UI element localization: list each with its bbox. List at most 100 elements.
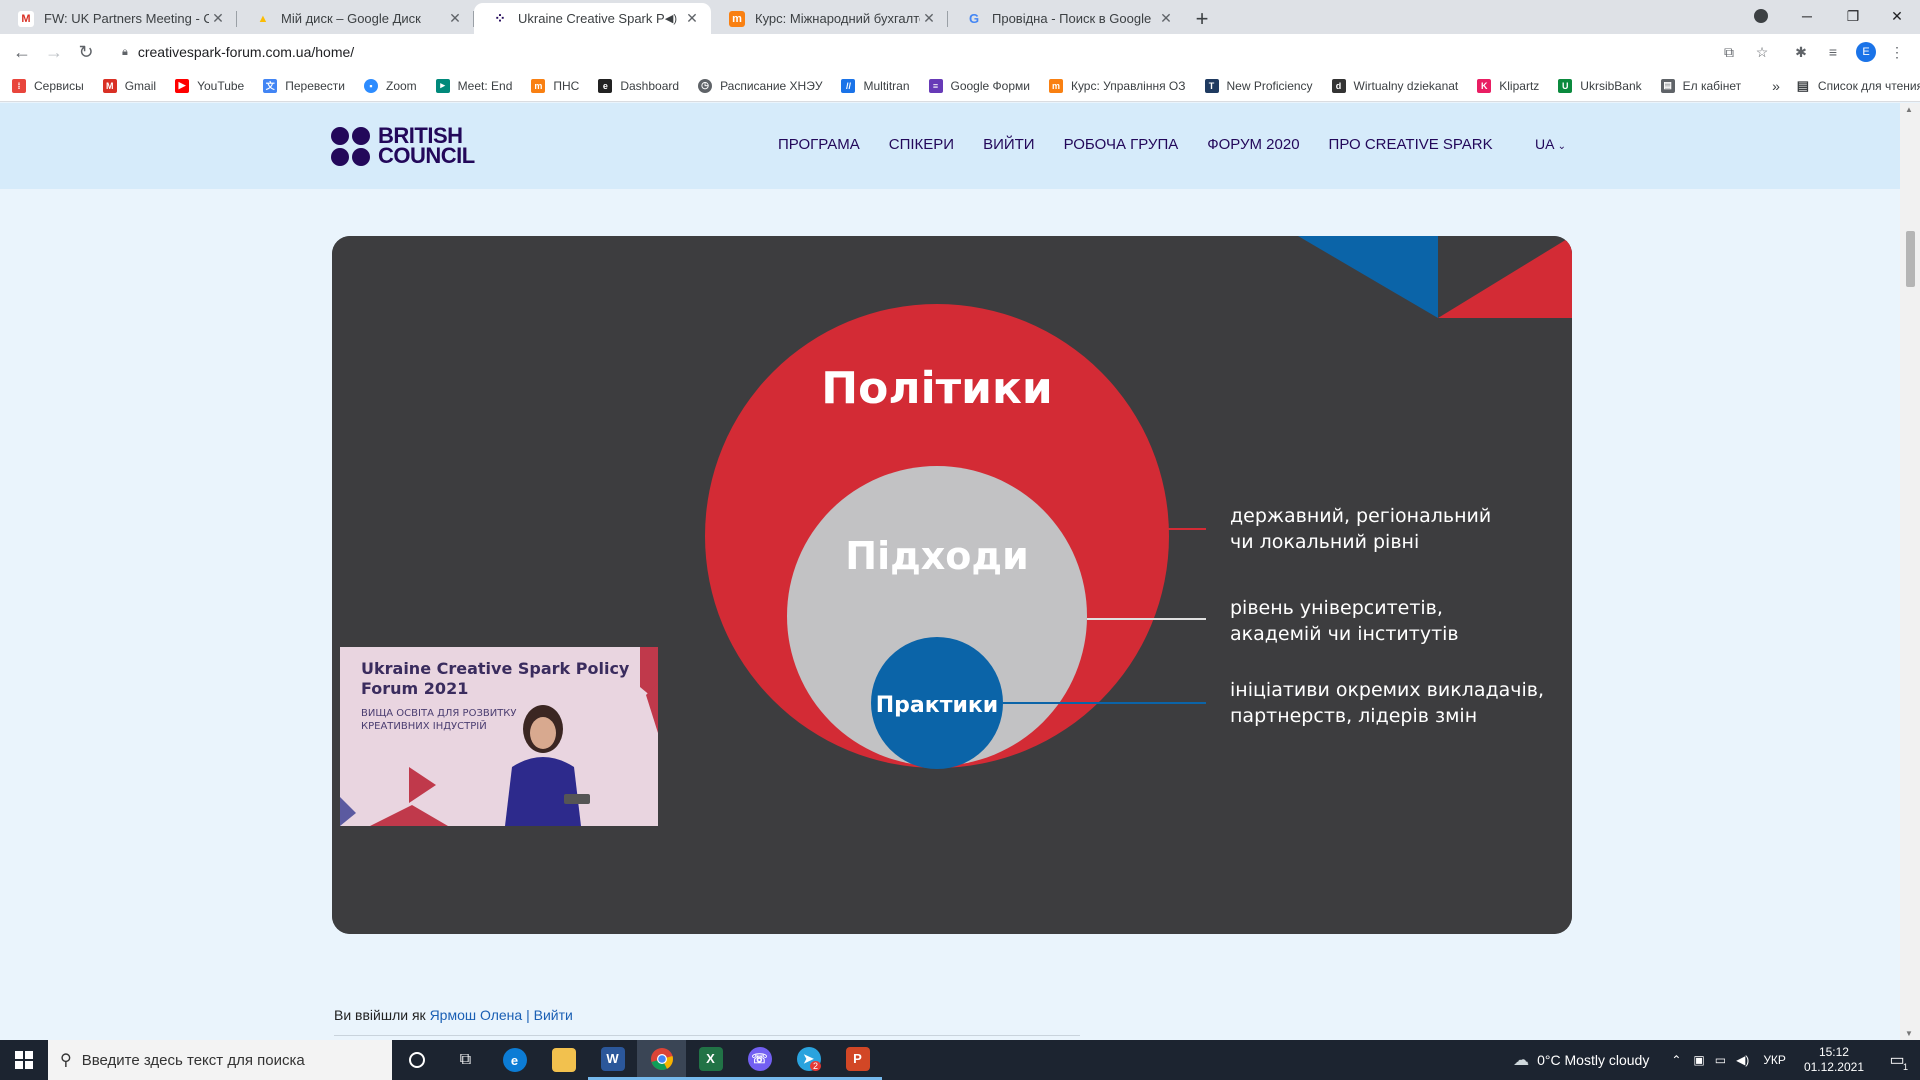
taskbar-app-powerpoint[interactable]: P <box>833 1040 882 1080</box>
scrollbar-thumb[interactable] <box>1906 231 1915 287</box>
bookmark-item[interactable]: ◷ Расписание ХНЭУ <box>698 78 822 93</box>
clock-date: 01.12.2021 <box>1803 1060 1864 1074</box>
windows-taskbar: ⚲ Введите здесь текст для поиска ⧉ e W X… <box>0 1040 1920 1080</box>
scroll-down-icon[interactable]: ▼ <box>1905 1029 1913 1038</box>
new-tab-button[interactable]: + <box>1185 3 1219 34</box>
nav-item-forum-2020[interactable]: ФОРУМ 2020 <box>1207 136 1299 153</box>
logout-link[interactable]: Вийти <box>534 1007 573 1023</box>
tab-google-drive[interactable]: ▲ Мій диск – Google Диск ✕ <box>237 3 474 34</box>
network-icon[interactable]: ▭ <box>1715 1053 1726 1067</box>
input-language[interactable]: УКР <box>1763 1053 1786 1067</box>
task-view-button[interactable]: ⧉ <box>441 1040 490 1080</box>
taskbar-app-explorer[interactable] <box>539 1040 588 1080</box>
back-button[interactable]: ← <box>6 36 38 68</box>
close-icon[interactable]: ✕ <box>446 10 464 27</box>
close-icon[interactable]: ✕ <box>683 10 701 27</box>
bookmark-star-icon[interactable]: ☆ <box>1753 43 1771 61</box>
scroll-up-icon[interactable]: ▲ <box>1905 105 1913 114</box>
restore-button[interactable]: ❐ <box>1830 0 1876 32</box>
folder-icon <box>551 1048 576 1072</box>
taskbar-app-viber[interactable]: ☏ <box>735 1040 784 1080</box>
address-bar[interactable]: 🔒︎ creativespark-forum.com.ua/home/ <box>110 38 1780 66</box>
reload-button[interactable]: ↻ <box>70 36 102 68</box>
bookmark-item[interactable]: K Klipartz <box>1477 78 1539 93</box>
bookmark-item[interactable]: e Dashboard <box>598 78 679 93</box>
task-view-icon: ⧉ <box>459 1051 472 1068</box>
tab-gmail[interactable]: M FW: UK Partners Meeting - Creati ✕ <box>0 3 237 34</box>
bookmark-item[interactable]: ⁞ Сервисы <box>12 78 84 93</box>
taskbar-search-box[interactable]: ⚲ Введите здесь текст для поиска <box>48 1040 392 1080</box>
bookmark-item[interactable]: ≡ Google Форми <box>928 78 1030 93</box>
british-council-logo[interactable]: BRITISH COUNCIL <box>331 125 475 167</box>
main-nav: ПРОГРАМА СПІКЕРИ ВИЙТИ РОБОЧА ГРУПА ФОРУ… <box>778 136 1522 153</box>
translate-icon: 文 <box>263 78 278 93</box>
close-icon[interactable]: ✕ <box>1157 10 1175 27</box>
speaker-icon[interactable]: ◀) <box>665 12 677 25</box>
bookmark-item[interactable]: T New Proficiency <box>1204 78 1313 93</box>
volume-icon[interactable]: ◀) <box>1736 1053 1749 1067</box>
language-selector[interactable]: UA ⌄ <box>1535 136 1566 152</box>
tab-title: FW: UK Partners Meeting - Creati <box>44 11 209 26</box>
nav-item-speakers[interactable]: СПІКЕРИ <box>889 136 954 153</box>
bookmark-item[interactable]: ▤ Ел кабінет <box>1660 78 1741 93</box>
cortana-button[interactable] <box>392 1040 441 1080</box>
page-scrollbar[interactable]: ▲ ▼ <box>1900 103 1920 1040</box>
google-drive-icon: ▲ <box>257 12 269 25</box>
extensions-icon[interactable]: ✱ <box>1792 43 1810 61</box>
desc-policies-line-1: державний, регіональний <box>1230 505 1491 527</box>
bookmark-item[interactable]: d Wirtualny dziekanat <box>1331 78 1458 93</box>
bookmark-item[interactable]: ▸ Meet: End <box>435 78 512 93</box>
nav-item-program[interactable]: ПРОГРАМА <box>778 136 860 153</box>
label-approaches: Підходи <box>845 534 1028 578</box>
user-profile-link[interactable]: Ярмош Олена <box>430 1007 523 1023</box>
bookmark-item[interactable]: //Multitran <box>841 78 910 93</box>
telegram-badge: 2 <box>809 1061 821 1071</box>
more-bookmarks-button[interactable]: » <box>1772 78 1780 94</box>
tab-search-icon[interactable] <box>1738 0 1784 32</box>
forward-button[interactable]: → <box>38 36 70 68</box>
reading-list-button[interactable]: ▤ Список для чтения <box>1796 78 1920 93</box>
bookmark-item[interactable]: m ПНС <box>531 78 579 93</box>
browser-toolbar: ← → ↻ 🔒︎ creativespark-forum.com.ua/home… <box>0 34 1920 70</box>
start-button[interactable] <box>0 1040 48 1080</box>
search-icon: ⚲ <box>60 1052 72 1069</box>
clock[interactable]: 15:12 01.12.2021 <box>1804 1045 1864 1075</box>
bookmark-item[interactable]: U UkrsibBank <box>1558 78 1642 93</box>
tab-course[interactable]: m Курс: Міжнародний бухгалтерсь ✕ <box>711 3 948 34</box>
nav-item-about[interactable]: ПРО CREATIVE SPARK <box>1329 136 1493 153</box>
tab-google-search[interactable]: G Провідна - Поиск в Google ✕ <box>948 3 1185 34</box>
weather-text[interactable]: 0°C Mostly cloudy <box>1537 1052 1649 1068</box>
media-control-icon[interactable]: ≡ <box>1824 43 1842 61</box>
moodle-icon: m <box>1048 78 1063 93</box>
moodle-icon: m <box>729 10 745 27</box>
taskbar-app-edge[interactable]: e <box>490 1040 539 1080</box>
taskbar-app-chrome[interactable] <box>637 1040 686 1080</box>
translate-icon[interactable]: ⧉ <box>1720 43 1738 61</box>
video-player[interactable]: Політики Підходи Практики державний, рег… <box>332 236 1572 934</box>
profile-avatar[interactable]: E <box>1856 42 1876 62</box>
bookmark-item[interactable]: m Курс: Управління ОЗ <box>1048 78 1186 93</box>
bookmark-item[interactable]: M Gmail <box>102 78 156 93</box>
nav-item-working-group[interactable]: РОБОЧА ГРУПА <box>1064 136 1179 153</box>
login-prefix: Ви ввійшли як <box>334 1007 426 1023</box>
notification-center-button[interactable]: ▭ 1 <box>1882 1040 1912 1080</box>
close-icon[interactable]: ✕ <box>920 10 938 27</box>
nav-item-logout[interactable]: ВИЙТИ <box>983 136 1035 153</box>
bookmark-item[interactable]: 文 Перевести <box>263 78 345 93</box>
label-policies: Політики <box>821 363 1052 414</box>
tab-creative-spark[interactable]: ⁘ Ukraine Creative Spark Policy ◀) ✕ <box>474 3 711 34</box>
close-window-button[interactable]: ✕ <box>1874 0 1920 32</box>
minimize-button[interactable]: ─ <box>1784 0 1830 32</box>
viber-icon: ☏ <box>747 1046 772 1071</box>
menu-kebab-icon[interactable]: ⋮ <box>1888 43 1906 61</box>
bookmark-item[interactable]: ▪ Zoom <box>363 78 417 93</box>
taskbar-app-excel[interactable]: X <box>686 1040 735 1080</box>
taskbar-app-word[interactable]: W <box>588 1040 637 1080</box>
close-icon[interactable]: ✕ <box>209 10 227 27</box>
bookmarks-bar: ⁞ Сервисы M Gmail ▶ YouTube 文 Перевести ▪ Zoo… <box>0 70 1920 102</box>
chevron-up-icon[interactable]: ⌃ <box>1671 1053 1681 1067</box>
bookmark-item[interactable]: ▶ YouTube <box>175 78 244 93</box>
camera-icon[interactable]: ▣ <box>1693 1053 1704 1067</box>
gmail-icon: M <box>102 78 117 93</box>
taskbar-app-telegram[interactable]: ➤ 2 <box>784 1040 833 1080</box>
